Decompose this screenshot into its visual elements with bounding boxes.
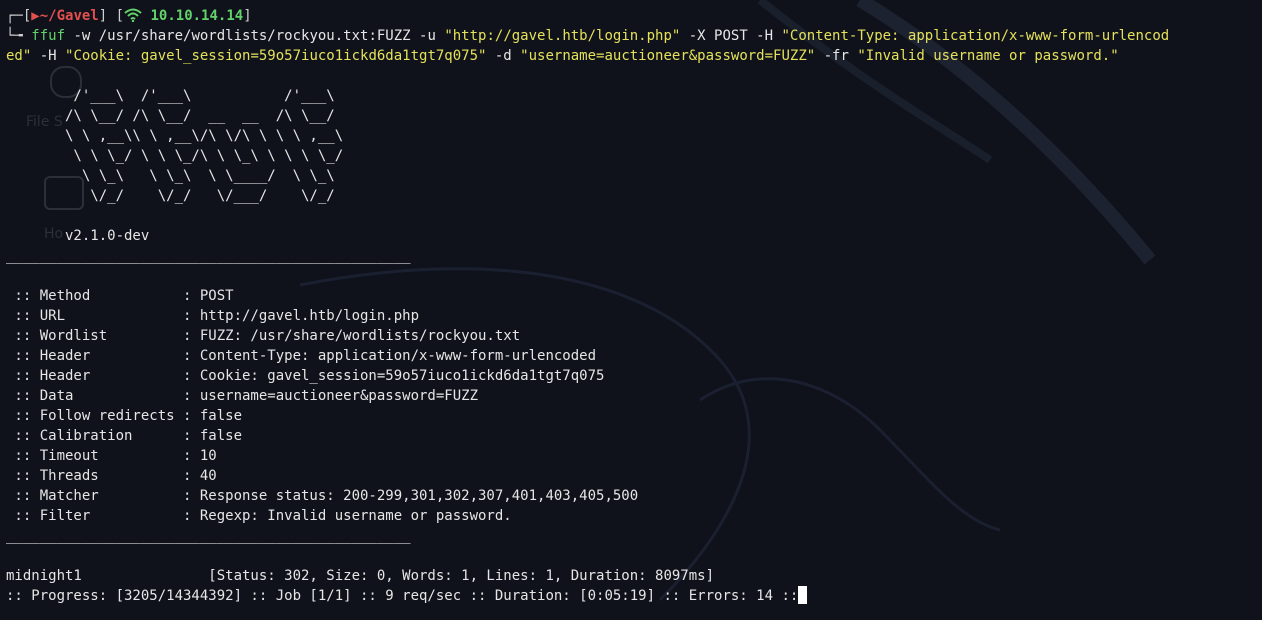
ascii-banner-line: \/_/ \/_/ \/___/ \/_/ <box>6 188 335 204</box>
progress-line: :: Progress: [3205/14344392] :: Job [1/1… <box>6 586 1258 606</box>
config-calibration: :: Calibration : false <box>6 428 243 444</box>
prompt-line: ┌─[▶~/Gavel] [ 10.10.14.14] <box>6 8 252 24</box>
ascii-banner-line: /'___\ /'___\ /'___\ <box>6 88 335 104</box>
separator: ________________________________________… <box>6 248 411 264</box>
prompt-arrow-icon: ▶ <box>31 8 40 24</box>
ascii-banner-line: \ \ ,__\\ \ ,__\/\ \/\ \ \ \ ,__\ <box>6 128 344 144</box>
config-timeout: :: Timeout : 10 <box>6 448 217 464</box>
ffuf-version: v2.1.0-dev <box>6 228 150 244</box>
terminal-window[interactable]: ┌─[▶~/Gavel] [ 10.10.14.14] └╼ ffuf -w /… <box>6 6 1258 606</box>
config-wordlist: :: Wordlist : FUZZ: /usr/share/wordlists… <box>6 328 521 344</box>
config-matcher: :: Matcher : Response status: 200-299,30… <box>6 488 639 504</box>
config-filter: :: Filter : Regexp: Invalid username or … <box>6 508 512 524</box>
ascii-banner-line: \ \ \_/ \ \ \_/\ \ \_\ \ \ \ \_/ <box>6 148 344 164</box>
ascii-banner-line: /\ \__/ /\ \__/ __ __ /\ \__/ <box>6 108 335 124</box>
command-content-type-arg: "Content-Type: application/x-www-form-ur… <box>781 28 1170 44</box>
command-url-arg: "http://gavel.htb/login.php" <box>444 28 681 44</box>
prompt-tail: └╼ <box>6 28 32 44</box>
command-data-arg: "username=auctioneer&password=FUZZ" <box>520 48 816 64</box>
prompt-corner: ┌─[ <box>6 8 32 24</box>
config-header: :: Header : Content-Type: application/x-… <box>6 348 597 364</box>
config-threads: :: Threads : 40 <box>6 468 217 484</box>
command-line-2: ed" -H "Cookie: gavel_session=59o57iuco1… <box>6 48 1119 64</box>
terminal-cursor[interactable] <box>798 586 808 604</box>
config-data: :: Data : username=auctioneer&password=F… <box>6 388 479 404</box>
prompt-ip: 10.10.14.14 <box>150 8 244 24</box>
separator: ________________________________________… <box>6 528 411 544</box>
prompt-directory: ~/Gavel <box>39 8 99 24</box>
ascii-banner-line: \ \_\ \ \_\ \ \____/ \ \_\ <box>6 168 335 184</box>
command-filter-arg: "Invalid username or password." <box>857 48 1119 64</box>
config-method: :: Method : POST <box>6 288 234 304</box>
result-line: midnight1 [Status: 302, Size: 0, Words: … <box>6 568 715 584</box>
wifi-icon <box>124 8 142 22</box>
progress-text: :: Progress: [3205/14344392] :: Job [1/1… <box>6 588 799 604</box>
command-program: ffuf <box>31 28 66 44</box>
command-line-1: └╼ ffuf -w /usr/share/wordlists/rockyou.… <box>6 28 1170 44</box>
config-url: :: URL : http://gavel.htb/login.php <box>6 308 420 324</box>
config-header: :: Header : Cookie: gavel_session=59o57i… <box>6 368 605 384</box>
config-follow-redirects: :: Follow redirects : false <box>6 408 243 424</box>
command-cookie-arg: "Cookie: gavel_session=59o57iuco1ickd6da… <box>65 48 487 64</box>
